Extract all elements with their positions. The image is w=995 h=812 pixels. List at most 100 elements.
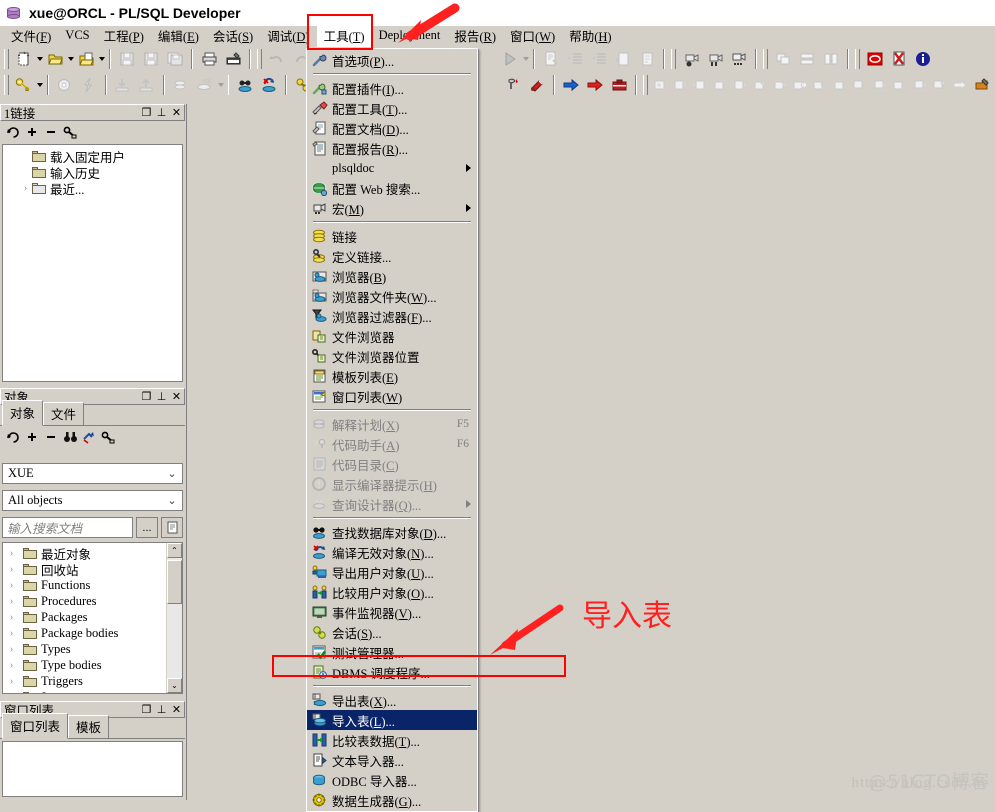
- menuitem-browser-filters[interactable]: 浏览器过滤器(F)...: [307, 306, 477, 326]
- expander-icon[interactable]: ›: [5, 644, 18, 655]
- toolbar-grip[interactable]: [4, 49, 9, 69]
- toolbar-grip[interactable]: [257, 49, 262, 69]
- menuitem-configure-documents[interactable]: 配置文档(D)...: [307, 118, 477, 138]
- restore-icon[interactable]: ❐: [139, 390, 154, 403]
- tree-item[interactable]: › Triggers: [3, 673, 166, 689]
- menuitem-text-importer[interactable]: 文本导入器...: [307, 750, 477, 770]
- find-db-object-toolbar-button[interactable]: [233, 74, 257, 96]
- expander-icon[interactable]: ›: [5, 628, 18, 639]
- remove-icon[interactable]: [42, 123, 61, 141]
- menu-project[interactable]: 工程(P): [97, 24, 151, 47]
- windows-list-body[interactable]: [2, 741, 183, 797]
- search-doc-icon[interactable]: [161, 517, 183, 538]
- add-icon[interactable]: [23, 428, 42, 446]
- search-more-button[interactable]: ...: [136, 517, 158, 538]
- menu-session[interactable]: 会话(S): [206, 24, 260, 47]
- tree-item[interactable]: › 最近对象: [3, 545, 166, 562]
- menuitem-file-browser[interactable]: 文件浏览器: [307, 326, 477, 346]
- key-icon[interactable]: [99, 428, 118, 446]
- menuitem-configure-tools[interactable]: 配置工具(T)...: [307, 98, 477, 118]
- expander-icon[interactable]: ›: [5, 580, 18, 591]
- tree-item[interactable]: › 回收站: [3, 561, 166, 578]
- connections-tree[interactable]: 载入固定用户 输入历史 › 最近...: [2, 144, 183, 382]
- menuitem-browser-folders[interactable]: 浏览器文件夹(W)...: [307, 286, 477, 306]
- scroll-down-button[interactable]: ⌄: [167, 678, 182, 693]
- menuitem-test-manager[interactable]: 测试管理器...: [307, 642, 477, 662]
- expander-icon[interactable]: ›: [19, 183, 32, 194]
- toolbar-grip[interactable]: [643, 75, 648, 95]
- add-icon[interactable]: [23, 123, 42, 141]
- menu-tools[interactable]: 工具(T): [316, 24, 372, 47]
- menu-file[interactable]: 文件(F): [4, 24, 58, 47]
- scroll-thumb[interactable]: [167, 560, 182, 604]
- record-macro-button[interactable]: [679, 48, 703, 70]
- expander-icon[interactable]: ›: [5, 564, 18, 575]
- open-button[interactable]: [43, 48, 67, 70]
- tree-item[interactable]: 输入历史: [17, 164, 182, 181]
- tree-item[interactable]: › 最近...: [17, 180, 182, 197]
- deploy-toolbox-button[interactable]: [607, 74, 631, 96]
- tree-item[interactable]: › Java sources: [3, 689, 166, 693]
- key-icon[interactable]: [61, 123, 80, 141]
- menuitem-dbms-scheduler[interactable]: DBMS 调度程序...: [307, 662, 477, 682]
- restore-icon[interactable]: ❐: [139, 106, 154, 119]
- menu-report[interactable]: 报告(R): [447, 24, 503, 47]
- toolbar-grip[interactable]: [855, 49, 860, 69]
- objects-tab-selected[interactable]: 对象: [2, 400, 44, 426]
- chevron-down-icon[interactable]: ⌄: [162, 467, 182, 480]
- deploy-forward-button[interactable]: [559, 74, 583, 96]
- menu-edit[interactable]: 编辑(E): [151, 24, 206, 47]
- session-key-button[interactable]: [12, 74, 36, 96]
- menuitem-configure-reports[interactable]: 配置报告(R)...: [307, 138, 477, 158]
- search-input[interactable]: 输入搜索文档: [2, 517, 133, 538]
- toolbar-grip[interactable]: [763, 49, 768, 69]
- tree-item[interactable]: › Type bodies: [3, 657, 166, 673]
- menuitem-import-tables[interactable]: 导入表(L)...: [307, 710, 477, 730]
- tree-item[interactable]: › Packages: [3, 609, 166, 625]
- refresh-icon[interactable]: [4, 123, 23, 141]
- expander-icon[interactable]: ›: [5, 676, 18, 687]
- menuitem-plsqldoc[interactable]: plsqldoc: [307, 158, 477, 178]
- menuitem-window-list[interactable]: 窗口列表(W): [307, 386, 477, 406]
- pause-macro-button[interactable]: [703, 48, 727, 70]
- tools-dropdown-menu[interactable]: 首选项(P)... 配置插件(I)... 配置工具(T)... 配置文档(D)... 配…: [306, 48, 478, 812]
- stop-button[interactable]: [863, 48, 887, 70]
- deploy-settings-button[interactable]: [971, 74, 995, 96]
- menuitem-macro[interactable]: 宏(M): [307, 198, 477, 218]
- menuitem-configure-plugins[interactable]: 配置插件(I)...: [307, 78, 477, 98]
- menuitem-compare-user-objects[interactable]: 比较用户对象(O)...: [307, 582, 477, 602]
- toolbar-grip[interactable]: [4, 75, 9, 95]
- pin-icon[interactable]: ⊥: [154, 390, 169, 403]
- menuitem-template-list[interactable]: 模板列表(E): [307, 366, 477, 386]
- remove-icon[interactable]: [42, 428, 61, 446]
- menuitem-browser[interactable]: 浏览器(B): [307, 266, 477, 286]
- menuitem-file-browser-locations[interactable]: 文件浏览器位置: [307, 346, 477, 366]
- open-recent-dropdown-arrow[interactable]: [99, 57, 105, 61]
- compile-invalid-toolbar-button[interactable]: [257, 74, 281, 96]
- close-icon[interactable]: ✕: [169, 106, 184, 119]
- new-button[interactable]: [12, 48, 36, 70]
- refresh-icon[interactable]: [4, 428, 23, 446]
- menuitem-export-user-objects[interactable]: 导出用户对象(U)...: [307, 562, 477, 582]
- menu-vcs[interactable]: VCS: [58, 26, 96, 45]
- session-dropdown-arrow[interactable]: [36, 83, 43, 87]
- deploy-run-button[interactable]: [583, 74, 607, 96]
- pin-icon[interactable]: ⊥: [154, 703, 169, 716]
- objects-tree-scrollbar[interactable]: ⌃ ⌄: [166, 543, 182, 693]
- tree-item[interactable]: › Package bodies: [3, 625, 166, 641]
- expander-icon[interactable]: ›: [5, 548, 18, 559]
- debug-run-button[interactable]: [525, 74, 549, 96]
- menuitem-preferences[interactable]: 首选项(P)...: [307, 50, 477, 70]
- binoculars-icon[interactable]: [61, 428, 80, 446]
- scroll-up-button[interactable]: ⌃: [167, 543, 182, 558]
- filter-icon[interactable]: [80, 428, 99, 446]
- objects-tab-tab[interactable]: 文件: [43, 402, 85, 425]
- debug-step-button[interactable]: [501, 74, 525, 96]
- menuitem-find-database-objects[interactable]: 查找数据库对象(D)...: [307, 522, 477, 542]
- menuitem-data-generator[interactable]: 数据生成器(G)...: [307, 790, 477, 810]
- menuitem-export-tables[interactable]: 导出表(X)...: [307, 690, 477, 710]
- menuitem-event-monitor[interactable]: 事件监视器(V)...: [307, 602, 477, 622]
- expander-icon[interactable]: ›: [5, 596, 18, 607]
- menuitem-sessions[interactable]: 会话(S)...: [307, 622, 477, 642]
- toolbar-grip[interactable]: [671, 49, 676, 69]
